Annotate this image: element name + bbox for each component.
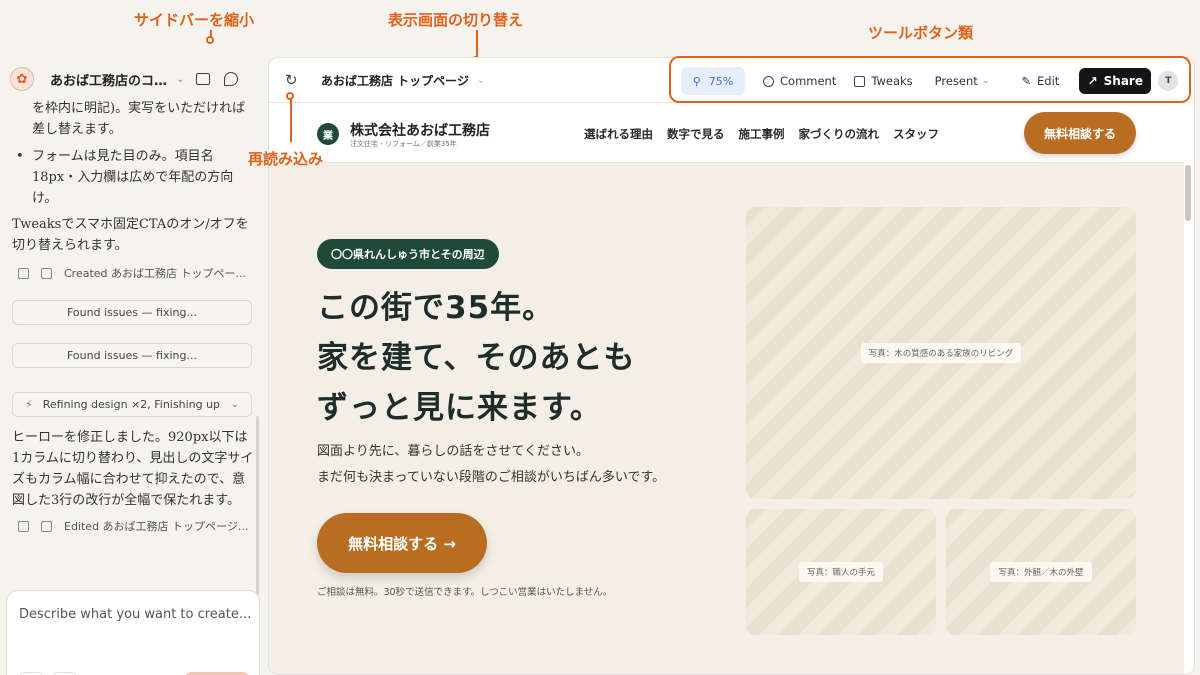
chevron-down-icon: ⌄ — [476, 75, 485, 86]
lead-line: まだ何も決まっていない段階のご相談がいちばん多いです。 — [317, 470, 666, 485]
company-sub: 注文住宅・リフォーム／創業35年 — [350, 140, 457, 148]
message-text: Tweaksでスマホ固定CTAのオン/オフを切り替えられます。 — [12, 217, 249, 253]
sidebar-scrollbar[interactable] — [256, 416, 259, 596]
message-text: を枠内に明記)。実写をいただければ差し替えます。 — [32, 101, 246, 137]
message-meta: Created あおば工務店 トップペー... — [18, 265, 246, 281]
reload-icon[interactable]: ↻ — [285, 71, 298, 89]
annotation-dot — [286, 92, 294, 100]
preview-scrollbar[interactable] — [1185, 165, 1191, 221]
message-text: フォームは見た目のみ。項目名 18px・入力欄は広めで年配の方向け。 — [32, 149, 234, 206]
annotation-dot — [206, 36, 214, 44]
page-title: あおば工務店 トップページ — [321, 74, 469, 88]
annotation-sidebar-toggle: サイドバーを縮小 — [134, 11, 255, 29]
headline-line: ずっと見に来ます。 — [317, 390, 602, 426]
photo-label: 写真：木の質感のある家族のリビング — [860, 343, 1022, 363]
annotation-line — [290, 98, 292, 142]
nav-item-reasons[interactable]: 選ばれる理由 — [584, 126, 653, 142]
app-window: サイドバーを縮小 表示画面の切り替え ツールボタン類 再読み込み ✿ あおば工務… — [0, 0, 1200, 675]
composer-input[interactable]: Describe what you want to create... — [19, 607, 251, 622]
bullet-icon: • — [16, 149, 24, 164]
site-nav: 選ばれる理由 数字で見る 施工事例 家づくりの流れ スタッフ — [584, 126, 953, 142]
sidebar-collapse-icon[interactable] — [196, 73, 211, 85]
status-pill[interactable]: Found issues — fixing... — [12, 343, 252, 368]
photo-label: 写真：職人の手元 — [798, 562, 883, 582]
area-badge: 〇〇県れんしゅう市とその周辺 — [317, 239, 499, 269]
preview-frame: ↻ あおば工務店 トップページ ⌄ ⚲ 75% Comment Tweaks P… — [268, 57, 1195, 675]
sidebar-header: ✿ あおば工務店のコ... ⌄ — [10, 66, 255, 92]
hero-cta-button[interactable]: 無料相談する → — [317, 513, 487, 573]
page-switcher[interactable]: あおば工務店 トップページ ⌄ — [321, 72, 485, 89]
annotation-line — [476, 30, 478, 58]
annotation-tool-buttons: ツールボタン類 — [868, 24, 974, 42]
nav-item-staff[interactable]: スタッフ — [893, 126, 939, 142]
thumbs-down-icon[interactable] — [41, 267, 52, 279]
site-header: 業 株式会社あおば工務店 注文住宅・リフォーム／創業35年 選ばれる理由 数字で… — [269, 103, 1184, 163]
lead-line: 図面より先に、暮らしの話をさせてください。 — [317, 444, 589, 459]
composer[interactable]: Describe what you want to create... — [6, 590, 260, 675]
message-meta: Edited あおば工務店 トップページ... — [18, 518, 248, 534]
annotation-view-switch: 表示画面の切り替え — [388, 11, 524, 29]
hero-headline: この街で35年。 家を建て、そのあとも ずっと見に来ます。 — [317, 283, 635, 433]
nav-item-numbers[interactable]: 数字で見る — [667, 126, 725, 142]
annotation-reload: 再読み込み — [248, 150, 324, 168]
bolt-icon: ⚡ — [25, 398, 33, 411]
refining-pill[interactable]: ⚡ Refining design ×2, Finishing up ⌄ — [12, 392, 252, 417]
photo-placeholder-main: 写真：木の質感のある家族のリビング — [746, 207, 1136, 499]
chat-icon[interactable] — [224, 72, 239, 86]
photo-label: 写真：外観／木の外壁 — [990, 562, 1092, 582]
hero-lead: 図面より先に、暮らしの話をさせてください。 まだ何も決まっていない段階のご相談が… — [317, 439, 665, 491]
meta-text[interactable]: Created あおば工務店 トップペー... — [64, 265, 246, 281]
header-cta-button[interactable]: 無料相談する — [1024, 112, 1136, 154]
headline-line: この街で35年。 — [317, 290, 555, 326]
company-name[interactable]: 株式会社あおば工務店 — [350, 120, 490, 140]
meta-text[interactable]: Edited あおば工務店 トップページ... — [64, 518, 248, 534]
app-logo-icon[interactable]: ✿ — [10, 67, 34, 91]
headline-line: 家を建て、そのあとも — [317, 340, 636, 376]
annotation-box-tools — [669, 56, 1191, 103]
nav-item-flow[interactable]: 家づくりの流れ — [799, 126, 880, 142]
chevron-down-icon: ⌄ — [230, 399, 239, 410]
site-logo[interactable]: 業 — [317, 123, 339, 145]
site-preview: 業 株式会社あおば工務店 注文住宅・リフォーム／創業35年 選ばれる理由 数字で… — [269, 103, 1191, 674]
thumbs-up-icon[interactable] — [18, 267, 29, 279]
message-text: ヒーローを修正しました。920px以下は1カラムに切り替わり、見出しの文字サイズ… — [12, 430, 254, 508]
photo-placeholder-sub: 写真：職人の手元 — [746, 509, 936, 635]
chat-sidebar: ✿ あおば工務店のコ... ⌄ を枠内に明記)。実写をいただければ差し替えます。… — [0, 60, 262, 675]
cta-note: ご相談は無料。30秒で送信できます。しつこい営業はいたしません。 — [317, 587, 613, 598]
chevron-down-icon[interactable]: ⌄ — [176, 74, 184, 85]
thumbs-down-icon[interactable] — [41, 520, 52, 532]
refining-text: Refining design ×2, Finishing up — [42, 398, 221, 411]
nav-item-cases[interactable]: 施工事例 — [739, 126, 785, 142]
status-pill[interactable]: Found issues — fixing... — [12, 300, 252, 325]
project-title[interactable]: あおば工務店のコ... — [50, 70, 168, 89]
thumbs-up-icon[interactable] — [18, 520, 29, 532]
photo-placeholder-sub: 写真：外観／木の外壁 — [946, 509, 1136, 635]
